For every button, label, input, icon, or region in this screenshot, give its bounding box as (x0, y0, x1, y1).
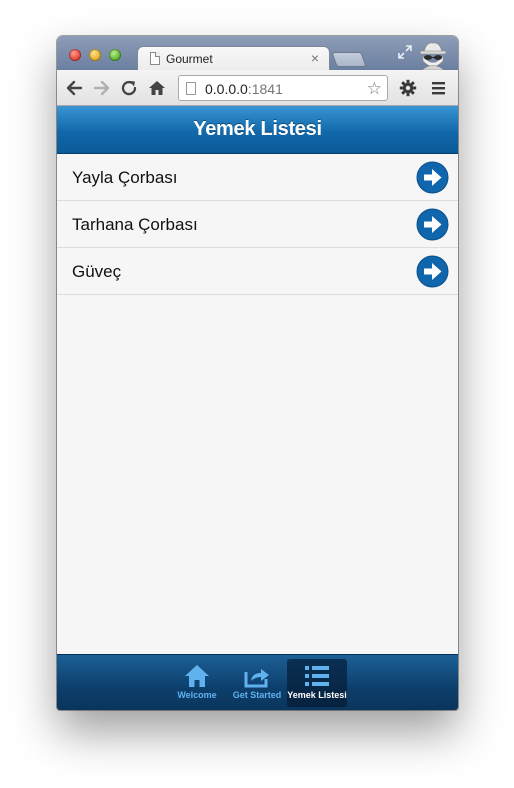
reload-icon[interactable] (120, 79, 138, 97)
arrow-right-icon[interactable] (416, 255, 449, 288)
arrow-right-icon[interactable] (416, 161, 449, 194)
tab-label: Yemek Listesi (287, 690, 347, 700)
list-item-label: Tarhana Çorbası (72, 215, 198, 234)
tab-label: Get Started (232, 690, 282, 700)
arrow-right-icon[interactable] (416, 208, 449, 241)
list-item[interactable]: Yayla Çorbası (57, 154, 458, 201)
tab-welcome[interactable]: Welcome (167, 659, 227, 707)
page-title: Yemek Listesi (193, 118, 322, 140)
new-tab-button[interactable] (331, 52, 367, 67)
star-icon[interactable]: ☆ (367, 79, 382, 99)
app-viewport: Yemek Listesi Yayla Çorbası Tarhana Çorb… (57, 106, 458, 710)
list-item[interactable]: Güveç (57, 248, 458, 295)
forward-icon[interactable] (93, 79, 111, 97)
list-item-label: Yayla Çorbası (72, 168, 178, 187)
app-title-bar: Yemek Listesi (57, 106, 458, 154)
browser-toolbar: 0.0.0.0:1841 ☆ (57, 70, 458, 106)
tab-label: Welcome (177, 690, 217, 700)
window-zoom-button[interactable] (109, 49, 121, 61)
address-bar[interactable]: 0.0.0.0:1841 ☆ (178, 75, 388, 101)
incognito-icon (419, 42, 447, 70)
browser-window: Gourmet × 0.0.0.0:1841 ☆ Yemek Listesi Y… (57, 36, 458, 710)
page-icon (150, 52, 160, 65)
back-icon[interactable] (65, 79, 83, 97)
tab-close-icon[interactable]: × (311, 50, 319, 66)
list-item-label: Güveç (72, 262, 122, 281)
tab-get-started[interactable]: Get Started (227, 659, 287, 707)
bottom-tab-bar: Welcome Get Started Yemek Listesi (57, 654, 458, 710)
tab-title: Gourmet (166, 52, 213, 66)
menu-icon[interactable] (430, 79, 448, 97)
list-item[interactable]: Tarhana Çorbası (57, 201, 458, 248)
url-text: 0.0.0.0:1841 (205, 81, 283, 97)
fullscreen-icon[interactable] (397, 44, 413, 60)
settings-icon[interactable] (399, 79, 417, 97)
home-icon[interactable] (148, 79, 166, 97)
list-icon (305, 666, 329, 686)
home-icon (185, 665, 209, 687)
tab-strip: Gourmet × (57, 36, 458, 71)
page-icon (186, 82, 196, 95)
browser-tab[interactable]: Gourmet × (137, 46, 330, 71)
tab-yemek-listesi[interactable]: Yemek Listesi (287, 659, 347, 707)
window-minimize-button[interactable] (89, 49, 101, 61)
food-list: Yayla Çorbası Tarhana Çorbası Güveç (57, 154, 458, 295)
share-icon (244, 669, 269, 688)
window-close-button[interactable] (69, 49, 81, 61)
